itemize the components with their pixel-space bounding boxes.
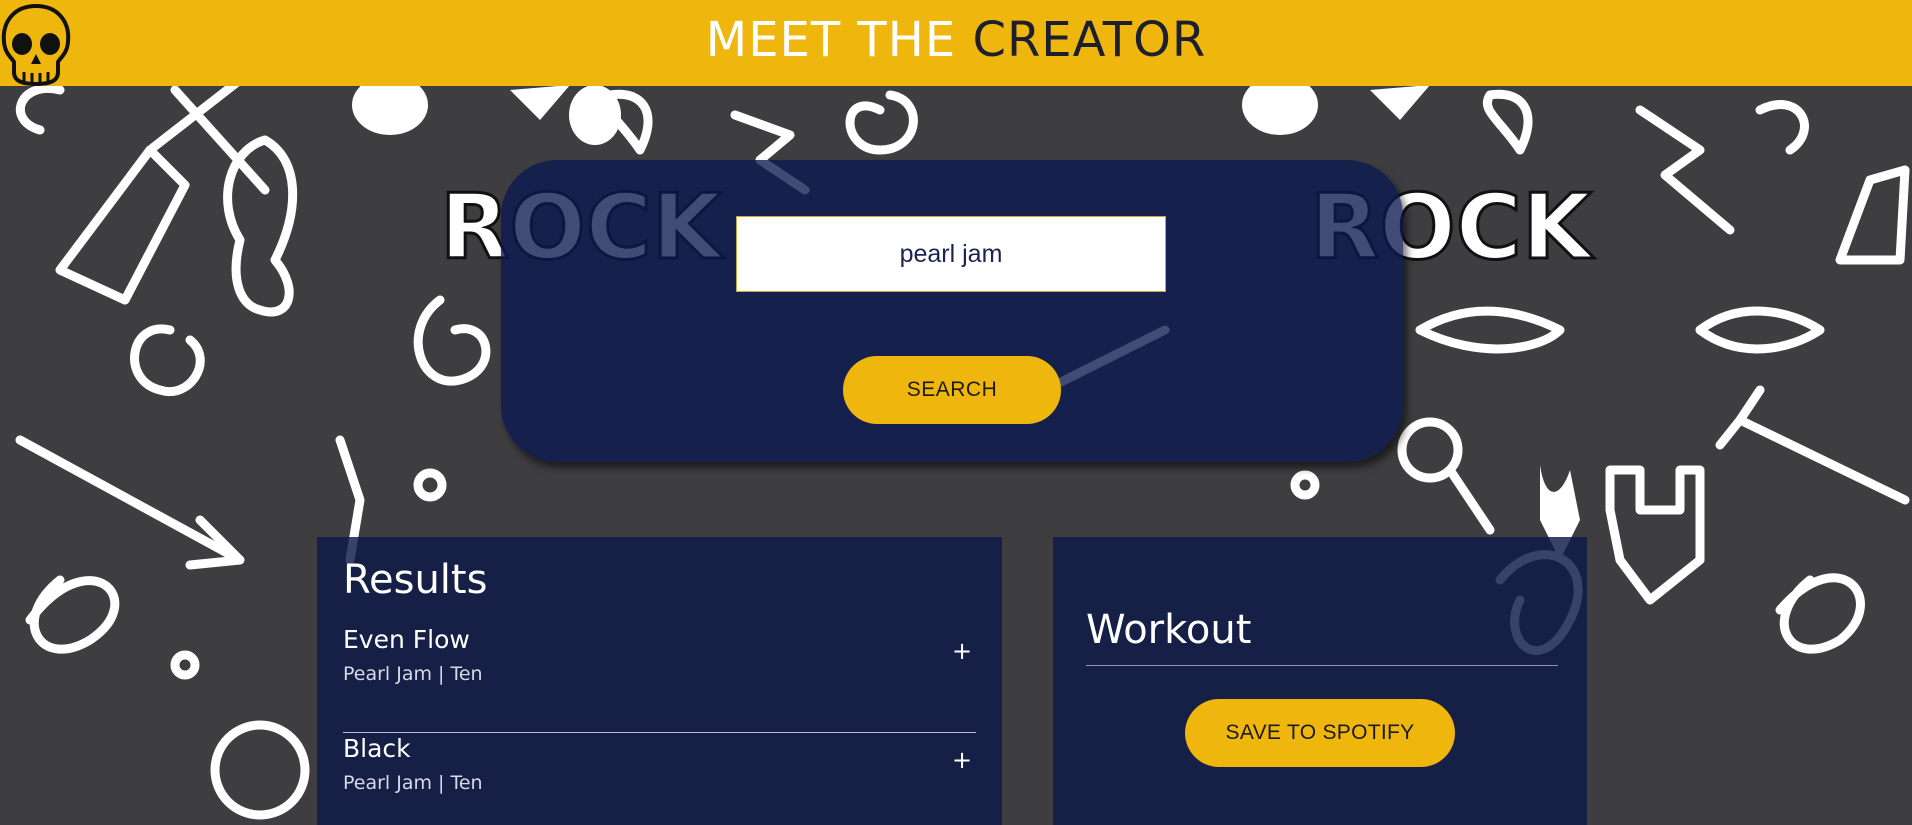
search-panel: SEARCH: [501, 160, 1403, 462]
search-button[interactable]: SEARCH: [843, 356, 1061, 424]
save-to-spotify-button[interactable]: SAVE TO SPOTIFY: [1185, 699, 1455, 767]
track-artist-album: Pearl Jam | Ten: [343, 663, 483, 685]
add-track-button[interactable]: +: [950, 748, 974, 772]
search-input[interactable]: [736, 216, 1166, 292]
results-heading: Results: [343, 557, 488, 603]
title-part-creator: CREATOR: [972, 12, 1207, 68]
track-name: Black: [343, 734, 411, 763]
result-track-item: Even Flow Pearl Jam | Ten +: [343, 625, 976, 733]
app-header: MEET THE CREATOR: [0, 0, 1912, 86]
results-panel: Results Even Flow Pearl Jam | Ten + Blac…: [317, 537, 1002, 825]
page-title: MEET THE CREATOR: [0, 0, 1912, 80]
track-artist-album: Pearl Jam | Ten: [343, 772, 483, 794]
workout-heading: Workout: [1086, 607, 1252, 653]
add-track-button[interactable]: +: [950, 639, 974, 663]
track-name: Even Flow: [343, 625, 470, 654]
result-track-item: Black Pearl Jam | Ten +: [343, 734, 976, 825]
title-part-meet-the: MEET THE: [705, 12, 957, 68]
workout-divider: [1086, 665, 1558, 666]
workout-panel: Workout SAVE TO SPOTIFY: [1053, 537, 1587, 825]
